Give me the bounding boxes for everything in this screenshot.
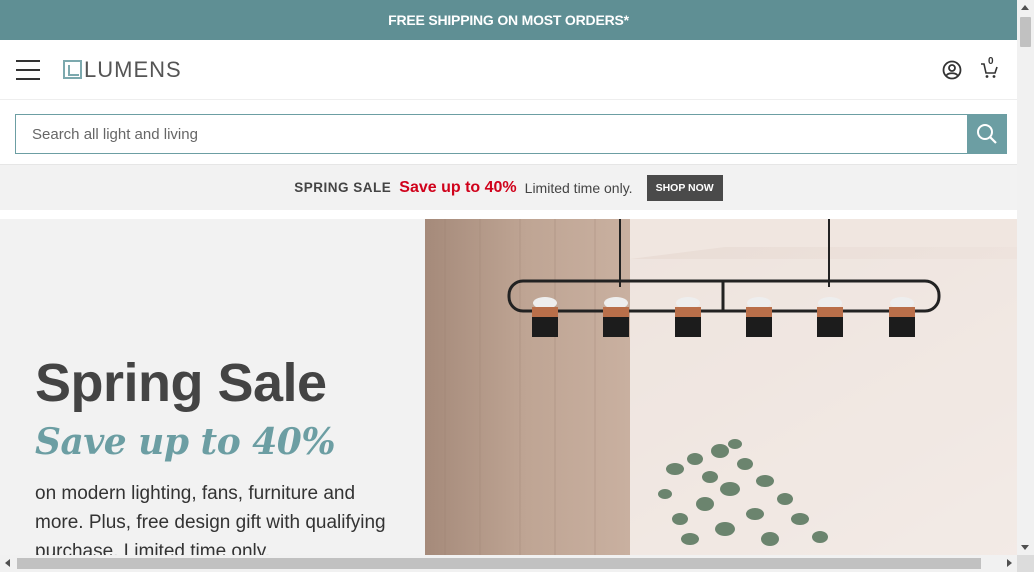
- sale-label: SPRING SALE: [294, 180, 392, 195]
- site-header: LUMENS 0: [0, 40, 1017, 100]
- pendant-light-photo: [425, 219, 1017, 555]
- sale-amount: Save up to 40%: [399, 178, 517, 196]
- promo-bar[interactable]: FREE SHIPPING ON MOST ORDERS*: [0, 0, 1017, 40]
- sale-banner: SPRING SALE Save up to 40% Limited time …: [0, 164, 1017, 210]
- hero-image: [425, 219, 1017, 555]
- hero-subtitle: Save up to 40%: [35, 421, 336, 463]
- hamburger-menu-icon[interactable]: [16, 59, 40, 80]
- promo-text[interactable]: FREE SHIPPING ON MOST ORDERS*: [388, 12, 629, 28]
- hero-body: on modern lighting, fans, furniture and …: [35, 483, 386, 555]
- scroll-down-arrow-icon[interactable]: [1021, 545, 1029, 550]
- scroll-left-arrow-icon[interactable]: [5, 559, 10, 567]
- scroll-right-arrow-icon[interactable]: [1007, 559, 1012, 567]
- logo-mark: [63, 60, 82, 79]
- search-icon: [977, 124, 997, 144]
- sale-note: Limited time only.: [524, 179, 633, 196]
- scroll-up-arrow-icon[interactable]: [1021, 5, 1029, 10]
- horizontal-scrollbar[interactable]: [0, 555, 1017, 572]
- search-button[interactable]: [967, 114, 1007, 154]
- cart-icon[interactable]: 0: [979, 55, 1001, 81]
- hero-text-panel: Spring Sale Save up to 40% on modern lig…: [0, 219, 425, 555]
- vertical-scrollbar[interactable]: [1017, 0, 1034, 555]
- logo[interactable]: LUMENS: [63, 57, 182, 83]
- header-actions: 0: [941, 55, 1001, 81]
- hero-title: Spring Sale: [35, 353, 327, 413]
- shop-now-button[interactable]: SHOP NOW: [646, 174, 723, 201]
- cart-count: 0: [988, 55, 994, 67]
- scrollbar-corner: [1017, 555, 1034, 572]
- horizontal-scroll-thumb[interactable]: [17, 558, 981, 569]
- search-input[interactable]: [15, 114, 967, 154]
- logo-text: LUMENS: [84, 56, 182, 82]
- account-icon[interactable]: [941, 59, 963, 81]
- page: FREE SHIPPING ON MOST ORDERS* LUMENS 0 S…: [0, 0, 1017, 555]
- hero-banner[interactable]: Spring Sale Save up to 40% on modern lig…: [0, 219, 1017, 555]
- search-bar: [0, 100, 1017, 164]
- vertical-scroll-thumb[interactable]: [1020, 17, 1031, 47]
